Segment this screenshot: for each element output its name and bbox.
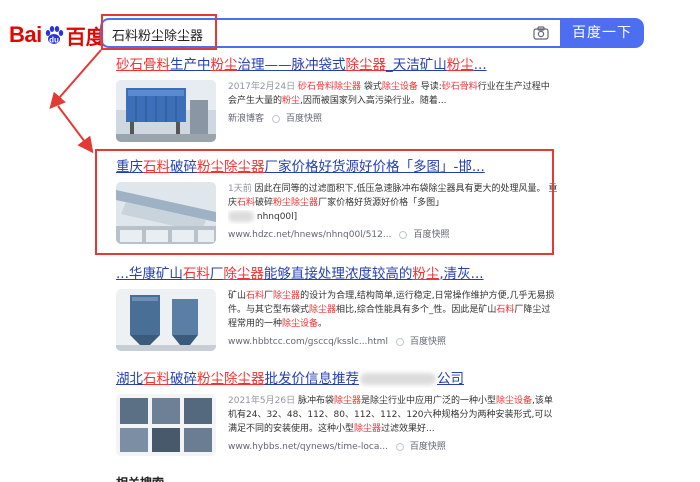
result-abstract: 2021年5月26日 脉冲布袋除尘器是除尘行业中应用广泛的一种小型除尘设备,该单…	[228, 396, 553, 434]
search-result: 重庆石料破碎粉尘除尘器厂家价格好货源好价格「多图」-邯... 1天前 因此在同等…	[116, 158, 558, 248]
result-title-link[interactable]: 重庆石料破碎粉尘除尘器厂家价格好货源好价格「多图」-邯...	[116, 158, 556, 176]
result-url[interactable]: www.hybbs.net/qynews/time-loca...	[228, 440, 388, 454]
abstract-tail: nhnq00l]	[256, 212, 298, 222]
arrow-down	[57, 105, 94, 154]
search-result: 湖北石料破碎粉尘除尘器批发价信息推荐 公司 2021年5月26日 脉冲布袋除尘器是…	[116, 370, 556, 456]
result-url[interactable]: www.hdzc.net/hnews/nhnq00l/512...	[228, 228, 391, 242]
result-title-link[interactable]: 湖北石料破碎粉尘除尘器批发价信息推荐 公司	[116, 370, 556, 388]
paw-icon: du	[45, 26, 63, 45]
result-title-link[interactable]: ...华康矿山石料厂除尘器能够直接处理浓度较高的粉尘,清灰...	[116, 265, 556, 283]
snapshot-link[interactable]: 百度快照	[410, 440, 446, 454]
result-abstract: 矿山石料厂除尘器的设计为合理,结构简单,运行稳定,日常操作维护方便,几乎无易损件…	[228, 291, 555, 329]
search-result: 砂石骨料生产中粉尘治理——脉冲袋式除尘器_天洁矿山粉尘... 2017年2月24…	[116, 56, 556, 142]
snapshot-link[interactable]: 百度快照	[286, 112, 322, 126]
result-abstract: 2017年2月24日 砂石骨料除尘器 袋式除尘设备 导读:砂石骨料行业在生产过程…	[228, 82, 550, 106]
snapshot-link[interactable]: 百度快照	[413, 228, 449, 242]
result-url[interactable]: www.hbbtcc.com/gsccq/ksslc...html	[228, 335, 388, 349]
result-thumbnail[interactable]	[116, 289, 216, 351]
baidu-logo[interactable]: Bai du 百度	[9, 22, 106, 49]
circle-dot-icon	[272, 115, 281, 123]
camera-icon[interactable]	[533, 26, 549, 40]
result-source[interactable]: 新浪博客	[228, 112, 264, 126]
result-abstract: 1天前 因此在同等的过滤面积下,低压急速脉冲布袋除尘器具有更大的处理风量。 重庆…	[228, 184, 558, 208]
blurred-text	[228, 211, 254, 222]
logo-text-bai: Bai	[9, 22, 42, 47]
header: Bai du 百度 百度一下	[0, 0, 700, 62]
related-searches-heading: 相关搜索	[116, 474, 164, 482]
svg-text:du: du	[49, 36, 59, 45]
result-thumbnail[interactable]	[116, 80, 216, 142]
snapshot-link[interactable]: 百度快照	[410, 335, 446, 349]
result-thumbnail[interactable]	[116, 394, 216, 456]
circle-dot-icon	[395, 443, 404, 451]
circle-dot-icon	[395, 338, 404, 346]
blurred-text	[360, 373, 436, 385]
result-thumbnail[interactable]	[116, 182, 216, 244]
search-button[interactable]: 百度一下	[560, 18, 644, 48]
search-result: ...华康矿山石料厂除尘器能够直接处理浓度较高的粉尘,清灰... 矿山石料厂除尘…	[116, 265, 556, 351]
search-box[interactable]	[100, 18, 560, 48]
circle-dot-icon	[399, 231, 408, 239]
result-title-link[interactable]: 砂石骨料生产中粉尘治理——脉冲袋式除尘器_天洁矿山粉尘...	[116, 56, 556, 74]
search-input[interactable]	[112, 24, 512, 44]
